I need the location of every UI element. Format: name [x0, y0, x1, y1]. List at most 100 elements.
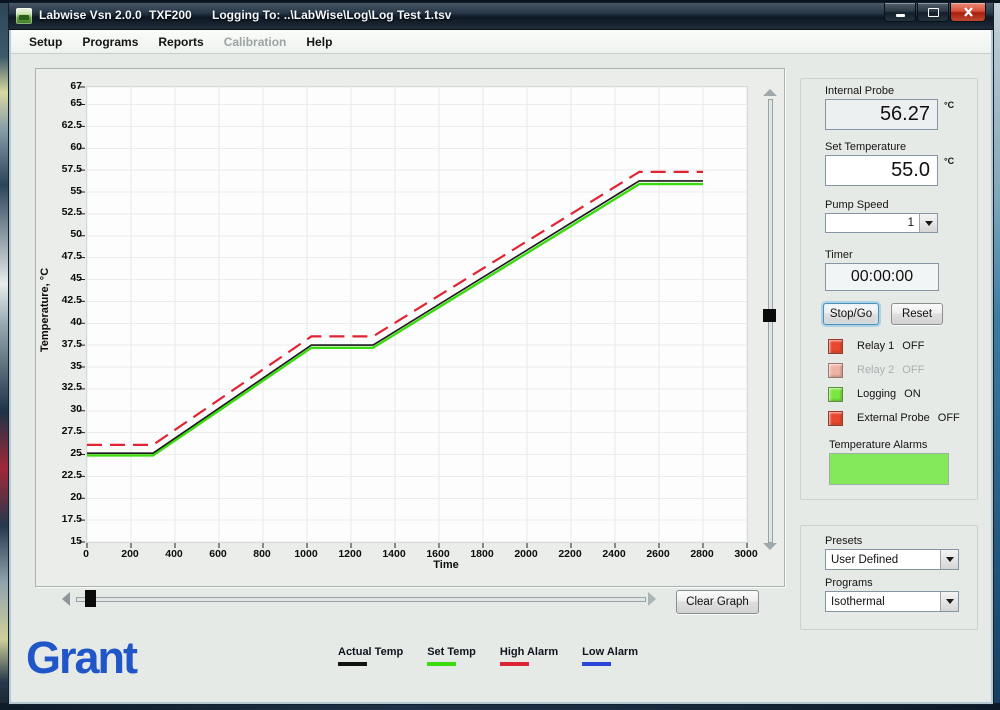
x-tick-label: 0 — [83, 548, 89, 560]
menu-help[interactable]: Help — [296, 32, 342, 52]
y-tick-label: 22.5 — [62, 469, 82, 481]
y-tick-label: 57.5 — [62, 163, 82, 175]
set-temperature-label: Set Temperature — [825, 141, 906, 153]
y-tick-label: 55 — [70, 185, 82, 197]
legend-label: Actual Temp — [338, 646, 403, 658]
horizontal-slider-thumb[interactable] — [85, 590, 96, 607]
y-axis-labels: 1517.52022.52527.53032.53537.54042.54547… — [40, 86, 82, 541]
indicator-state: OFF — [902, 340, 924, 352]
presets-value: User Defined — [826, 550, 940, 569]
y-tick-label: 65 — [70, 97, 82, 109]
y-tick-label: 30 — [70, 403, 82, 415]
status-indicators: Relay 1 OFF Relay 2OFF Logging ON External Pr… — [828, 334, 968, 430]
y-tick-label: 47.5 — [62, 250, 82, 262]
menu-setup[interactable]: Setup — [19, 32, 72, 52]
chart-legend: Actual Temp Set Temp High Alarm Low Alarm — [338, 646, 638, 666]
led-icon — [828, 339, 843, 354]
maximize-icon — [928, 8, 939, 17]
y-tick-label: 20 — [70, 491, 82, 503]
internal-probe-value: 56.27 — [825, 99, 938, 130]
minimize-button[interactable] — [884, 3, 916, 22]
window-title-device: TXF200 — [149, 8, 192, 22]
set-temperature-input[interactable]: 55.0 — [825, 155, 938, 186]
indicator-name: Relay 2 — [857, 364, 894, 376]
legend-swatch — [582, 662, 611, 666]
programs-select[interactable]: Isothermal — [825, 591, 959, 612]
led-icon — [828, 411, 843, 426]
led-icon — [828, 363, 843, 378]
temperature-alarms-label: Temperature Alarms — [829, 439, 927, 451]
x-tick-label: 2800 — [690, 548, 713, 560]
indicator-logging: Logging ON — [828, 382, 968, 406]
legend-item-set-temp: Set Temp — [427, 646, 476, 666]
vertical-slider-thumb[interactable] — [763, 309, 776, 322]
horizontal-slider-left-arrow[interactable] — [62, 592, 70, 606]
plot-canvas — [87, 87, 747, 542]
x-tick-label: 1200 — [338, 548, 361, 560]
presets-dropdown-button[interactable] — [940, 550, 958, 569]
legend-label: High Alarm — [500, 646, 558, 658]
legend-item-actual-temp: Actual Temp — [338, 646, 403, 666]
x-tick-label: 2000 — [514, 548, 537, 560]
set-temperature-unit: °C — [944, 156, 954, 166]
internal-probe-label: Internal Probe — [825, 85, 894, 97]
led-icon — [828, 387, 843, 402]
y-tick-label: 45 — [70, 272, 82, 284]
y-tick-label: 27.5 — [62, 425, 82, 437]
indicator-name: Logging — [857, 388, 896, 400]
menu-programs[interactable]: Programs — [72, 32, 148, 52]
indicator-relay-2: Relay 2OFF — [828, 358, 968, 382]
chart-panel: Temperature, °C 1517.52022.52527.53032.5… — [35, 68, 785, 587]
title-bar[interactable]: Labwise Vsn 2.0.0 TXF200 Logging To: ..\… — [9, 3, 993, 30]
internal-probe-unit: °C — [944, 100, 954, 110]
indicator-name: External Probe — [857, 412, 930, 424]
maximize-button[interactable] — [917, 3, 949, 22]
x-tick-label: 1000 — [294, 548, 317, 560]
temperature-plot — [86, 86, 748, 543]
indicator-name: Relay 1 — [857, 340, 894, 352]
legend-label: Low Alarm — [582, 646, 638, 658]
presets-select[interactable]: User Defined — [825, 549, 959, 570]
pump-speed-select[interactable]: 1 — [825, 213, 938, 233]
menu-reports[interactable]: Reports — [148, 32, 213, 52]
y-tick-label: 62.5 — [62, 119, 82, 131]
desktop: Labwise Vsn 2.0.0 TXF200 Logging To: ..\… — [0, 0, 1000, 710]
y-tick-label: 50 — [70, 228, 82, 240]
x-axis-title: Time — [386, 559, 506, 571]
pump-speed-label: Pump Speed — [825, 199, 889, 211]
window-controls — [883, 3, 986, 22]
pump-speed-value: 1 — [826, 214, 919, 232]
close-button[interactable] — [950, 3, 986, 22]
menu-bar: Setup Programs Reports Calibration Help — [11, 30, 991, 54]
x-tick-label: 600 — [209, 548, 227, 560]
close-icon — [963, 7, 974, 17]
x-tick-label: 2200 — [558, 548, 581, 560]
indicator-relay-1: Relay 1 OFF — [828, 334, 968, 358]
x-tick-label: 2600 — [646, 548, 669, 560]
horizontal-slider-right-arrow[interactable] — [648, 592, 656, 606]
minimize-icon — [896, 14, 905, 17]
vertical-slider-up-arrow[interactable] — [763, 89, 777, 96]
y-tick-label: 35 — [70, 360, 82, 372]
vertical-slider-down-arrow[interactable] — [763, 543, 777, 550]
clear-graph-button[interactable]: Clear Graph — [676, 590, 759, 614]
indicator-external-probe: External ProbeOFF — [828, 406, 968, 430]
grant-logo: Grant — [26, 632, 136, 684]
legend-label: Set Temp — [427, 646, 476, 658]
programs-dropdown-button[interactable] — [940, 592, 958, 611]
x-tick-label: 2400 — [602, 548, 625, 560]
pump-speed-dropdown-button[interactable] — [919, 214, 937, 232]
legend-item-high-alarm: High Alarm — [500, 646, 558, 666]
y-tick-label: 52.5 — [62, 206, 82, 218]
y-tick-label: 40 — [70, 316, 82, 328]
indicator-state: ON — [904, 388, 921, 400]
y-tick-label: 15 — [70, 535, 82, 547]
stop-go-button[interactable]: Stop/Go — [823, 303, 879, 325]
y-tick-label: 60 — [70, 141, 82, 153]
reset-button[interactable]: Reset — [891, 303, 943, 325]
y-tick-label: 17.5 — [62, 513, 82, 525]
horizontal-slider-track[interactable] — [76, 597, 646, 602]
app-icon — [16, 8, 32, 24]
timer-value: 00:00:00 — [825, 263, 939, 291]
y-tick-label: 67 — [70, 80, 82, 92]
